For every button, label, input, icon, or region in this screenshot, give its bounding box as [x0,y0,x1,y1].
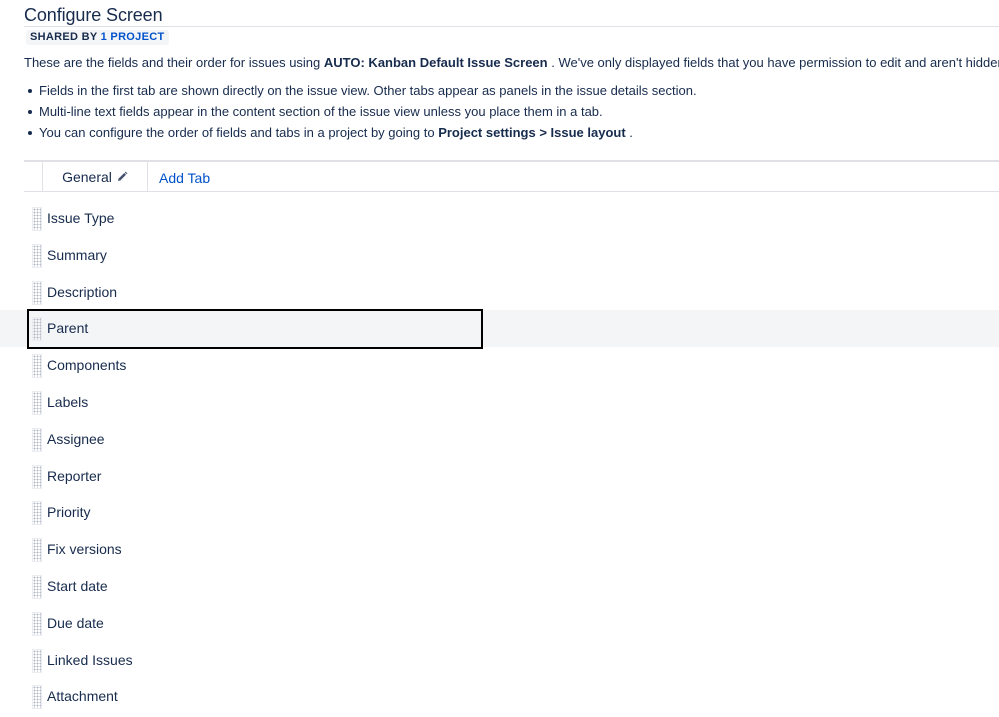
page-title: Configure Screen [24,5,163,25]
field-row[interactable]: Issue Type [0,200,999,237]
tab-bar-top-border [24,160,999,162]
drag-handle-icon[interactable] [32,574,42,599]
field-row[interactable]: Attachment [0,678,999,715]
field-row[interactable]: Start date [0,568,999,605]
drag-handle-icon[interactable] [32,464,42,489]
field-row[interactable]: Components [0,347,999,384]
issue-layout-path: Project settings > Issue layout [438,125,626,140]
add-tab-link[interactable]: Add Tab [159,170,210,186]
field-label: Attachment [47,688,118,705]
intro-pre: These are the fields and their order for… [24,55,324,70]
drag-handle-icon[interactable] [32,317,42,342]
field-label: Labels [47,393,89,410]
field-label: Start date [47,577,108,594]
field-label: Description [47,283,118,300]
shared-by-badge: SHARED BY 1 PROJECT [26,30,169,45]
field-row-selected[interactable]: Parent [0,309,999,350]
field-row[interactable]: Linked Issues [0,642,999,679]
info-item: Fields in the first tab are shown direct… [24,83,697,104]
field-label: Reporter [47,467,102,484]
field-label: Issue Type [47,210,115,226]
pencil-icon[interactable] [116,163,128,193]
field-row[interactable]: Priority [0,494,999,531]
drag-handle-icon[interactable] [32,207,42,231]
intro-post: . We've only displayed fields that you h… [547,55,999,70]
field-label: Components [47,357,127,374]
focus-outline [27,309,483,350]
drag-handle-icon[interactable] [32,685,42,710]
field-row[interactable]: Reporter [0,458,999,495]
drag-handle-icon[interactable] [32,280,42,305]
intro-text: These are the fields and their order for… [24,55,999,71]
drag-handle-icon[interactable] [32,390,42,415]
drag-handle-icon[interactable] [32,354,42,379]
drag-handle-icon[interactable] [32,427,42,452]
tab-bar-bottom-border [24,191,999,192]
field-row[interactable]: Summary [0,237,999,274]
drag-handle-icon[interactable] [32,538,42,563]
drag-handle-icon[interactable] [32,611,42,636]
shared-projects-link[interactable]: 1 PROJECT [101,31,165,43]
field-label: Assignee [47,430,105,447]
screen-name: AUTO: Kanban Default Issue Screen [323,55,548,70]
info-item-post: . [625,125,633,140]
info-item-pre: You can configure the order of fields an… [39,125,439,140]
info-list: Fields in the first tab are shown direct… [24,83,697,146]
field-row[interactable]: Due date [0,605,999,642]
field-label: Due date [47,614,104,631]
field-row[interactable]: Labels [0,384,999,421]
info-item: You can configure the order of fields an… [24,125,697,146]
field-row[interactable]: Fix versions [0,531,999,568]
field-label: Priority [47,504,91,521]
field-label: Fix versions [47,541,122,558]
tab-general[interactable]: General [42,162,148,191]
field-label: Parent [47,320,89,337]
field-row[interactable]: Description [0,274,999,311]
field-row[interactable]: Assignee [0,421,999,458]
shared-by-label: SHARED BY [30,31,98,43]
drag-handle-icon[interactable] [32,243,42,268]
field-list: Issue Type Summary Description Parent Co… [0,200,999,715]
field-label: Linked Issues [47,651,133,668]
info-item: Multi-line text fields appear in the con… [24,104,697,125]
tab-general-label: General [62,169,112,185]
field-label: Summary [47,246,107,263]
drag-handle-icon[interactable] [32,648,42,673]
drag-handle-icon[interactable] [32,501,42,526]
title-divider [24,26,999,27]
